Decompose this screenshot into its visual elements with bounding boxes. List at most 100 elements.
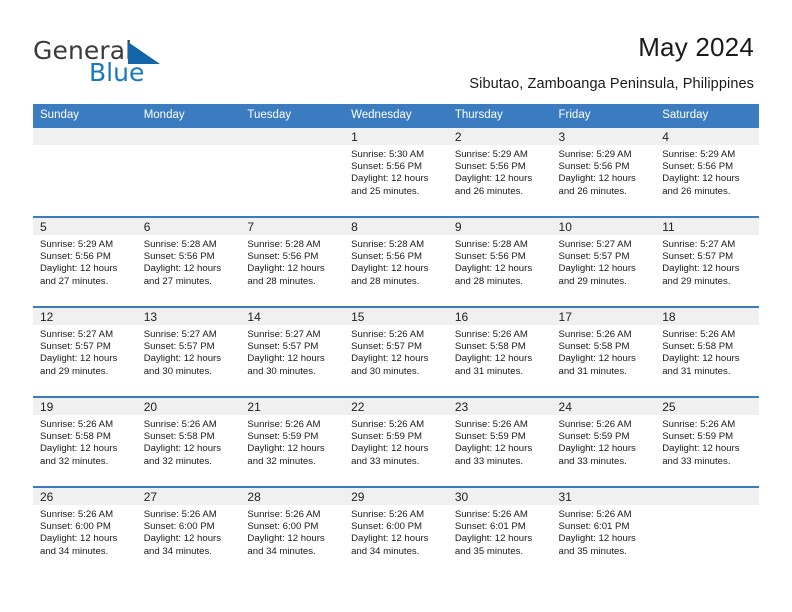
day-details (137, 145, 241, 149)
day-number: 13 (136, 308, 241, 325)
daylight-text-line1: Daylight: 12 hours (662, 353, 740, 365)
day-number: 8 (344, 218, 448, 235)
day-details: Sunrise: 5:30 AM Sunset: 5:56 PM Dayligh… (344, 145, 448, 198)
daylight-text-line2: and 33 minutes. (454, 455, 524, 467)
calendar-day-cell[interactable]: 16 Sunrise: 5:26 AM Sunset: 5:58 PM Dayl… (447, 306, 552, 397)
calendar-day-cell[interactable]: 22 Sunrise: 5:26 AM Sunset: 5:59 PM Dayl… (344, 396, 448, 487)
sunset-text: Sunset: 5:57 PM (662, 251, 734, 263)
calendar-week-row: 26 Sunrise: 5:26 AM Sunset: 6:00 PM Dayl… (33, 486, 759, 576)
calendar-week-row: 5 Sunrise: 5:29 AM Sunset: 5:56 PM Dayli… (33, 216, 759, 307)
sunrise-text: Sunrise: 5:26 AM (247, 419, 321, 430)
calendar-body: 1 Sunrise: 5:30 AM Sunset: 5:56 PM Dayli… (33, 126, 759, 576)
calendar-day-cell[interactable]: 25 Sunrise: 5:26 AM Sunset: 5:59 PM Dayl… (655, 396, 759, 487)
calendar-day-cell[interactable]: 8 Sunrise: 5:28 AM Sunset: 5:56 PM Dayli… (344, 216, 448, 307)
weekday-header-friday: Friday (551, 104, 656, 127)
calendar-day-cell[interactable]: 12 Sunrise: 5:27 AM Sunset: 5:57 PM Dayl… (33, 306, 137, 397)
sunrise-text: Sunrise: 5:27 AM (143, 329, 217, 340)
sunset-text: Sunset: 5:57 PM (40, 341, 111, 353)
day-details (240, 145, 344, 149)
calendar-day-cell[interactable]: 1 Sunrise: 5:30 AM Sunset: 5:56 PM Dayli… (344, 126, 448, 217)
calendar-day-cell[interactable]: 31 Sunrise: 5:26 AM Sunset: 6:01 PM Dayl… (551, 486, 656, 576)
daylight-text-line1: Daylight: 12 hours (558, 263, 636, 275)
calendar-day-cell[interactable]: 27 Sunrise: 5:26 AM Sunset: 6:00 PM Dayl… (136, 486, 241, 576)
daylight-text-line1: Daylight: 12 hours (662, 173, 740, 185)
day-details: Sunrise: 5:27 AM Sunset: 5:57 PM Dayligh… (137, 325, 241, 378)
sunset-text: Sunset: 6:00 PM (351, 521, 423, 533)
day-number: 25 (655, 398, 759, 415)
sunset-text: Sunset: 5:56 PM (351, 161, 423, 173)
sunrise-text: Sunrise: 5:28 AM (247, 239, 321, 250)
daylight-text-line1: Daylight: 12 hours (558, 353, 636, 365)
calendar-day-cell[interactable]: 17 Sunrise: 5:26 AM Sunset: 5:58 PM Dayl… (551, 306, 656, 397)
sunset-text: Sunset: 5:57 PM (351, 341, 423, 353)
calendar-day-cell[interactable]: 28 Sunrise: 5:26 AM Sunset: 6:00 PM Dayl… (240, 486, 345, 576)
daylight-text-line2: and 30 minutes. (143, 365, 212, 377)
sunrise-text: Sunrise: 5:29 AM (40, 239, 114, 250)
day-number: 21 (240, 398, 345, 415)
sunrise-text: Sunrise: 5:26 AM (40, 509, 114, 520)
calendar-day-cell[interactable]: 13 Sunrise: 5:27 AM Sunset: 5:57 PM Dayl… (136, 306, 241, 397)
calendar-day-cell[interactable]: 18 Sunrise: 5:26 AM Sunset: 5:58 PM Dayl… (655, 306, 759, 397)
day-details (655, 505, 759, 509)
daylight-text-line2: and 32 minutes. (143, 455, 212, 467)
sunset-text: Sunset: 5:57 PM (558, 251, 630, 263)
calendar-day-cell[interactable]: 10 Sunrise: 5:27 AM Sunset: 5:57 PM Dayl… (551, 216, 656, 307)
daylight-text-line2: and 33 minutes. (351, 455, 420, 467)
daylight-text-line1: Daylight: 12 hours (143, 443, 222, 455)
calendar-day-cell[interactable]: 11 Sunrise: 5:27 AM Sunset: 5:57 PM Dayl… (655, 216, 759, 307)
day-details: Sunrise: 5:28 AM Sunset: 5:56 PM Dayligh… (448, 235, 552, 288)
sunrise-text: Sunrise: 5:26 AM (351, 419, 425, 430)
sunrise-text: Sunrise: 5:28 AM (454, 239, 528, 250)
sunrise-text: Sunrise: 5:27 AM (558, 239, 632, 250)
sunrise-text: Sunrise: 5:30 AM (351, 149, 425, 160)
calendar-day-cell[interactable]: 29 Sunrise: 5:26 AM Sunset: 6:00 PM Dayl… (344, 486, 448, 576)
calendar-day-cell[interactable]: 14 Sunrise: 5:27 AM Sunset: 5:57 PM Dayl… (240, 306, 345, 397)
daylight-text-line1: Daylight: 12 hours (454, 443, 533, 455)
day-details: Sunrise: 5:26 AM Sunset: 6:00 PM Dayligh… (344, 505, 448, 558)
calendar-day-cell[interactable] (136, 126, 241, 217)
sunset-text: Sunset: 5:58 PM (662, 341, 734, 353)
calendar-day-cell[interactable]: 4 Sunrise: 5:29 AM Sunset: 5:56 PM Dayli… (655, 126, 759, 217)
sunrise-text: Sunrise: 5:26 AM (662, 329, 736, 340)
calendar-day-cell[interactable]: 2 Sunrise: 5:29 AM Sunset: 5:56 PM Dayli… (447, 126, 552, 217)
calendar-day-cell[interactable] (240, 126, 345, 217)
day-details: Sunrise: 5:26 AM Sunset: 5:59 PM Dayligh… (448, 415, 552, 468)
calendar-day-cell[interactable]: 23 Sunrise: 5:26 AM Sunset: 5:59 PM Dayl… (447, 396, 552, 487)
calendar-day-cell[interactable]: 21 Sunrise: 5:26 AM Sunset: 5:59 PM Dayl… (240, 396, 345, 487)
day-number: 3 (551, 128, 656, 145)
sunset-text: Sunset: 6:00 PM (143, 521, 215, 533)
calendar-day-cell[interactable]: 30 Sunrise: 5:26 AM Sunset: 6:01 PM Dayl… (447, 486, 552, 576)
calendar-day-cell[interactable]: 6 Sunrise: 5:28 AM Sunset: 5:56 PM Dayli… (136, 216, 241, 307)
daylight-text-line2: and 28 minutes. (351, 275, 420, 287)
calendar-day-cell[interactable]: 19 Sunrise: 5:26 AM Sunset: 5:58 PM Dayl… (33, 396, 137, 487)
daylight-text-line1: Daylight: 12 hours (454, 533, 533, 545)
calendar-week-row: 12 Sunrise: 5:27 AM Sunset: 5:57 PM Dayl… (33, 306, 759, 397)
calendar-day-cell[interactable]: 7 Sunrise: 5:28 AM Sunset: 5:56 PM Dayli… (240, 216, 345, 307)
daylight-text-line2: and 31 minutes. (662, 365, 731, 377)
daylight-text-line1: Daylight: 12 hours (143, 533, 222, 545)
calendar-day-cell[interactable]: 5 Sunrise: 5:29 AM Sunset: 5:56 PM Dayli… (33, 216, 137, 307)
calendar-day-cell[interactable]: 15 Sunrise: 5:26 AM Sunset: 5:57 PM Dayl… (344, 306, 448, 397)
page-subtitle: Sibutao, Zamboanga Peninsula, Philippine… (469, 76, 754, 92)
daylight-text-line1: Daylight: 12 hours (247, 353, 325, 365)
day-details: Sunrise: 5:26 AM Sunset: 6:00 PM Dayligh… (240, 505, 344, 558)
day-details: Sunrise: 5:26 AM Sunset: 5:58 PM Dayligh… (448, 325, 552, 378)
sunrise-text: Sunrise: 5:26 AM (662, 419, 736, 430)
calendar-day-cell[interactable] (655, 486, 759, 576)
day-details: Sunrise: 5:28 AM Sunset: 5:56 PM Dayligh… (344, 235, 448, 288)
day-number: 4 (655, 128, 759, 145)
calendar-page: General Blue May 2024 Sibutao, Zamboanga… (0, 0, 792, 612)
calendar-day-cell[interactable]: 3 Sunrise: 5:29 AM Sunset: 5:56 PM Dayli… (551, 126, 656, 217)
calendar-day-cell[interactable]: 20 Sunrise: 5:26 AM Sunset: 5:58 PM Dayl… (136, 396, 241, 487)
calendar-day-cell[interactable]: 24 Sunrise: 5:26 AM Sunset: 5:59 PM Dayl… (551, 396, 656, 487)
daylight-text-line2: and 32 minutes. (247, 455, 316, 467)
calendar-day-cell[interactable] (33, 126, 137, 217)
day-number: 30 (447, 488, 552, 505)
day-details: Sunrise: 5:27 AM Sunset: 5:57 PM Dayligh… (240, 325, 344, 378)
day-details: Sunrise: 5:28 AM Sunset: 5:56 PM Dayligh… (240, 235, 344, 288)
brand-logo[interactable]: General Blue (33, 36, 233, 88)
calendar-day-cell[interactable]: 9 Sunrise: 5:28 AM Sunset: 5:56 PM Dayli… (447, 216, 552, 307)
daylight-text-line2: and 26 minutes. (454, 185, 524, 197)
calendar-day-cell[interactable]: 26 Sunrise: 5:26 AM Sunset: 6:00 PM Dayl… (33, 486, 137, 576)
sunrise-text: Sunrise: 5:26 AM (454, 509, 528, 520)
